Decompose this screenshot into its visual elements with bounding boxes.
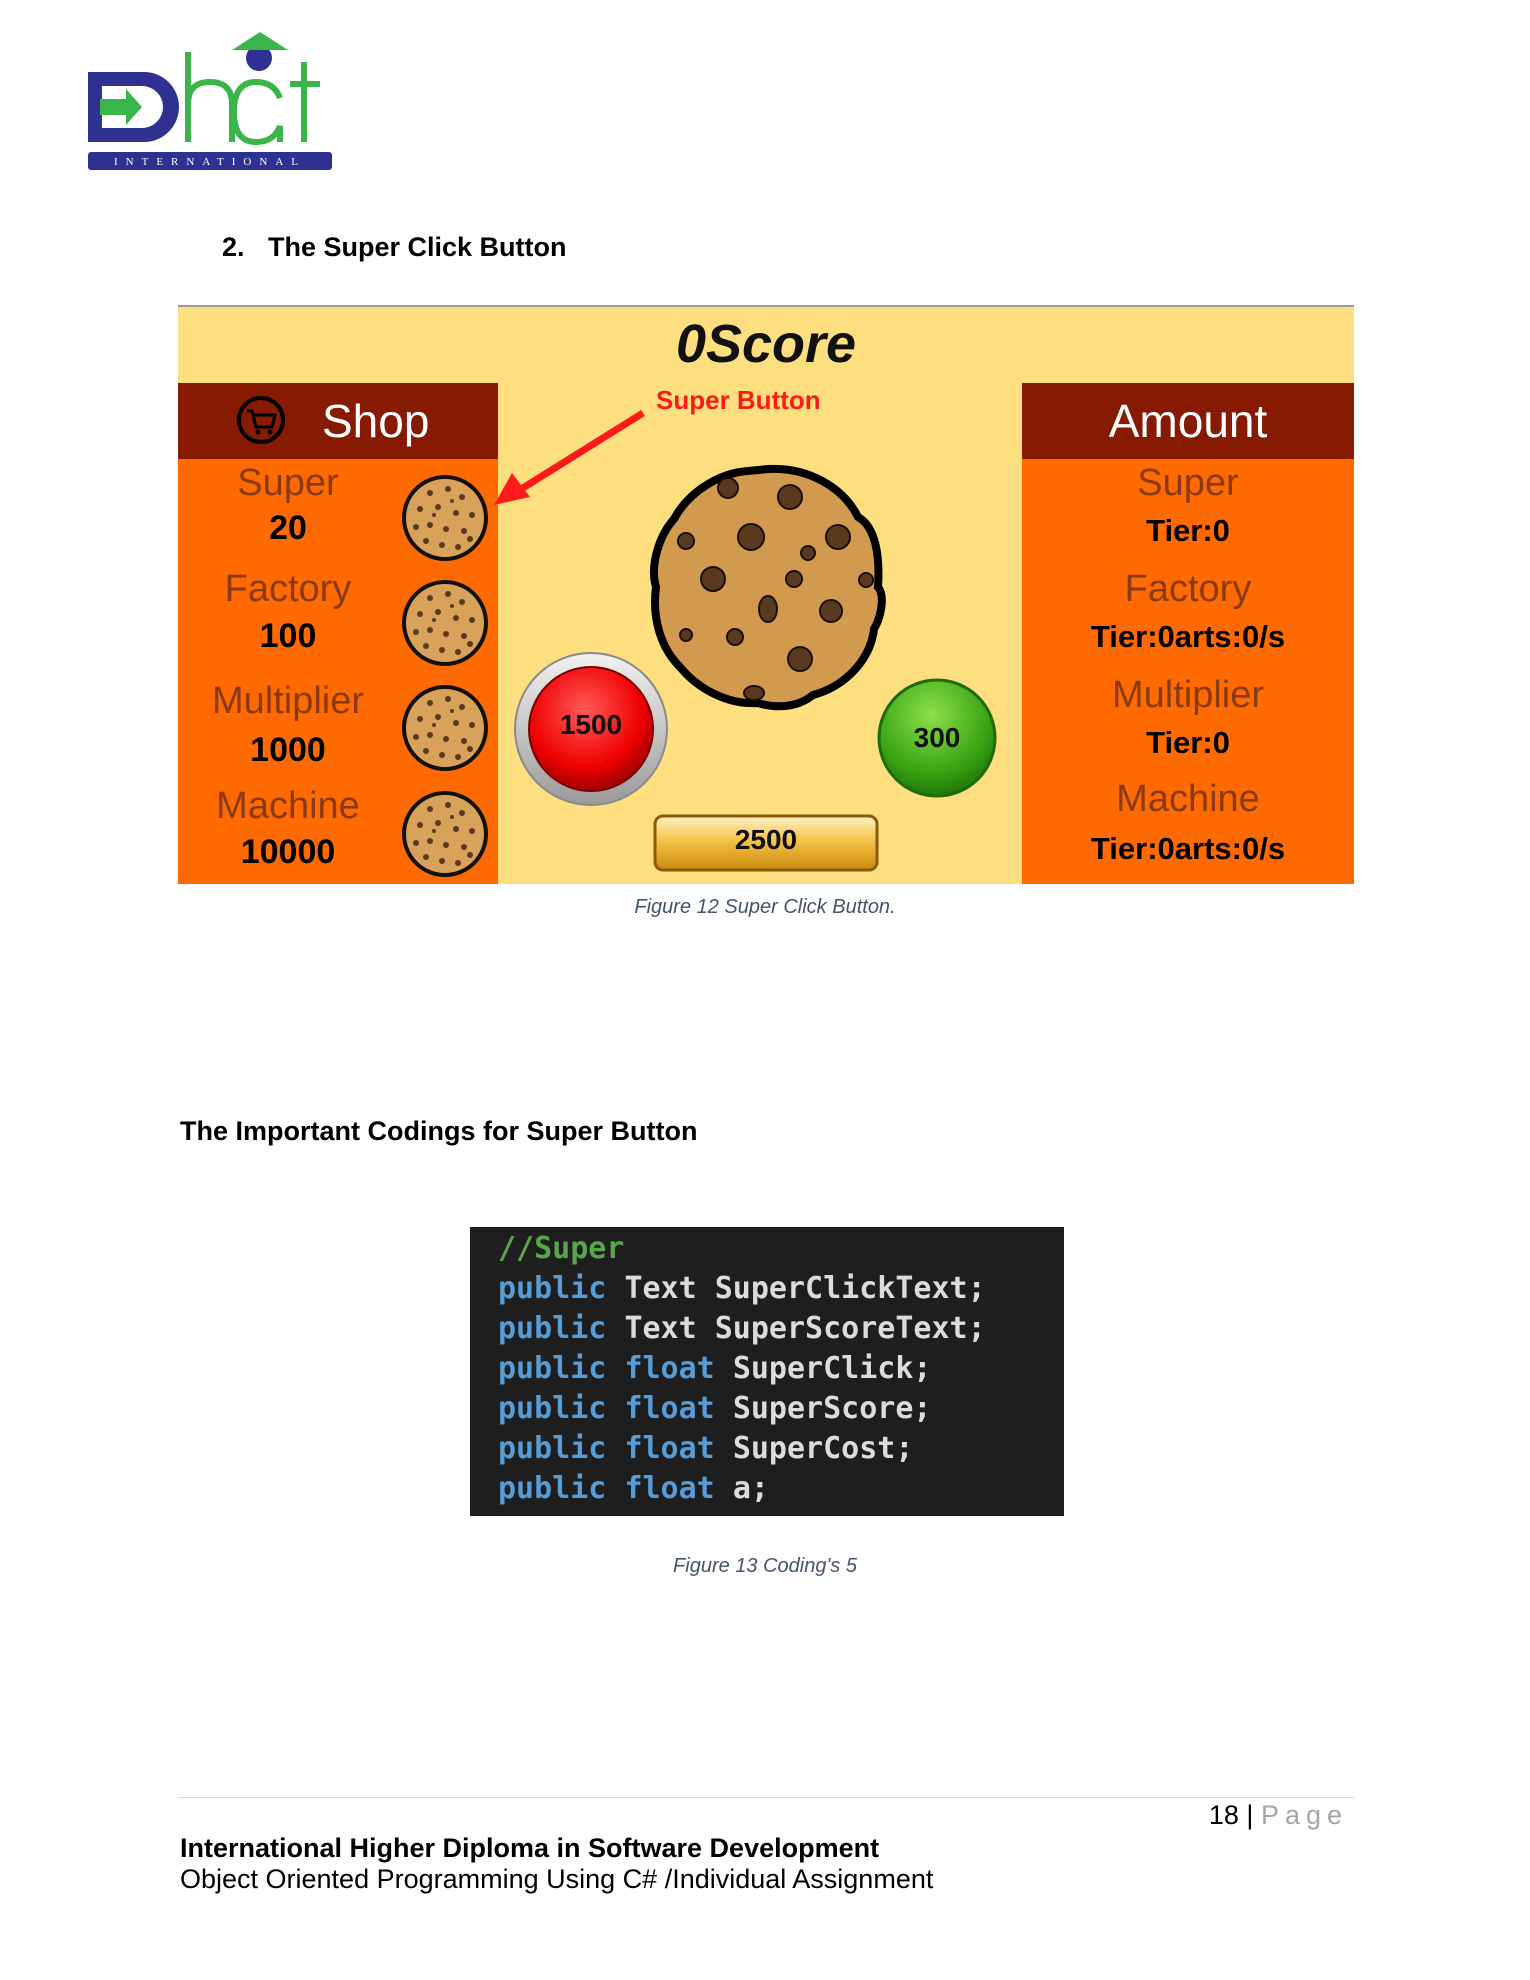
shop-item-name: Super bbox=[237, 462, 339, 504]
section-title: The Super Click Button bbox=[268, 232, 567, 262]
green-button-label: 300 bbox=[913, 722, 961, 753]
code-type: Text bbox=[624, 1271, 697, 1306]
code-type: Text bbox=[624, 1311, 697, 1346]
code-comment: //Super bbox=[498, 1231, 625, 1266]
game-screenshot: 0Score Shop Super 20 Factory 100 Multipl… bbox=[178, 305, 1354, 884]
red-button-label: 1500 bbox=[559, 709, 623, 740]
page-number: 18 | Page bbox=[1100, 1800, 1348, 1831]
section-number: 2. bbox=[222, 232, 245, 262]
page-word: Page bbox=[1260, 1800, 1348, 1830]
code-identifier: SuperCost; bbox=[732, 1431, 914, 1466]
code-line: public Text SuperScoreText; bbox=[498, 1311, 986, 1346]
amount-header: Amount bbox=[1022, 383, 1354, 459]
super-buy-cookie-button[interactable] bbox=[400, 473, 490, 563]
code-keyword: public bbox=[498, 1271, 607, 1306]
annotation-arrow-icon bbox=[494, 410, 645, 505]
code-keyword: public bbox=[498, 1471, 607, 1506]
amount-title: Amount bbox=[1108, 395, 1268, 447]
page-number-value: 18 bbox=[1208, 1800, 1239, 1830]
amount-item-value: Tier:0arts:0/s bbox=[1090, 831, 1286, 866]
factory-buy-cookie-button[interactable] bbox=[400, 578, 490, 668]
code-identifier: SuperClickText; bbox=[714, 1271, 986, 1306]
amount-item-value: Tier:0arts:0/s bbox=[1090, 619, 1286, 654]
footer-course: Object Oriented Programming Using C# /In… bbox=[180, 1864, 934, 1894]
code-keyword: public bbox=[498, 1391, 607, 1426]
code-snippet: //Super public Text SuperClickText; publ… bbox=[470, 1227, 1064, 1516]
code-identifier: a; bbox=[732, 1471, 769, 1506]
code-line: public float SuperScore; bbox=[498, 1391, 932, 1426]
footer-program: International Higher Diploma in Software… bbox=[180, 1833, 880, 1863]
code-identifier: SuperScore; bbox=[732, 1391, 932, 1426]
amount-item-name: Multiplier bbox=[1111, 674, 1265, 716]
amount-item-name: Factory bbox=[1124, 568, 1252, 610]
shop-item-name: Machine bbox=[216, 785, 360, 827]
amount-item-name: Machine bbox=[1116, 778, 1260, 820]
multiplier-buy-cookie-button[interactable] bbox=[400, 683, 490, 773]
code-type: float bbox=[624, 1391, 715, 1426]
shop-item-price: 100 bbox=[259, 617, 317, 655]
logo-tagline: INTERNATIONAL bbox=[114, 156, 306, 168]
code-identifier: SuperScoreText; bbox=[714, 1311, 986, 1346]
page-separator: | bbox=[1238, 1800, 1261, 1830]
figure-12-caption: Figure 12 Super Click Button. bbox=[634, 896, 896, 918]
shop-item-price: 1000 bbox=[250, 731, 326, 769]
logo-mark bbox=[88, 32, 332, 170]
main-cookie-clicker[interactable] bbox=[638, 457, 898, 717]
code-line: public float SuperCost; bbox=[498, 1431, 913, 1466]
figure-13-caption: Figure 13 Coding's 5 bbox=[673, 1555, 857, 1577]
shop-item-price: 20 bbox=[269, 509, 307, 547]
shop-item-name: Factory bbox=[224, 568, 352, 610]
shop-item-price: 10000 bbox=[240, 833, 336, 871]
shop-header: Shop bbox=[178, 383, 498, 459]
code-identifier: SuperClick; bbox=[732, 1351, 932, 1386]
shop-panel: Shop Super 20 Factory 100 Multiplier 100… bbox=[178, 383, 498, 884]
code-type: float bbox=[624, 1351, 715, 1386]
shop-title: Shop bbox=[322, 395, 430, 447]
shop-item-name: Multiplier bbox=[211, 680, 365, 722]
machine-buy-cookie-button[interactable] bbox=[400, 789, 490, 879]
score-display: 0Score bbox=[675, 314, 857, 374]
code-keyword: public bbox=[498, 1351, 607, 1386]
code-line: public Text SuperClickText; bbox=[498, 1271, 986, 1306]
code-keyword: public bbox=[498, 1431, 607, 1466]
section-heading: 2. The Super Click Button bbox=[222, 232, 567, 263]
gold-button-label: 2500 bbox=[734, 824, 798, 855]
amount-item-name: Super bbox=[1137, 462, 1239, 504]
code-line: public float SuperClick; bbox=[498, 1351, 932, 1386]
code-type: float bbox=[624, 1471, 715, 1506]
super-button-annotation: Super Button bbox=[656, 385, 821, 415]
amount-item-value: Tier:0 bbox=[1146, 513, 1230, 548]
code-line: public float a; bbox=[498, 1471, 769, 1506]
cart-icon bbox=[237, 396, 285, 444]
edhat-logo: INTERNATIONAL bbox=[88, 32, 332, 170]
code-keyword: public bbox=[498, 1311, 607, 1346]
amount-panel: Amount Super Tier:0 Factory Tier:0arts:0… bbox=[1022, 383, 1354, 884]
amount-item-value: Tier:0 bbox=[1146, 725, 1230, 760]
code-type: float bbox=[624, 1431, 715, 1466]
footer-divider bbox=[178, 1797, 1354, 1798]
coding-heading: The Important Codings for Super Button bbox=[180, 1116, 698, 1146]
